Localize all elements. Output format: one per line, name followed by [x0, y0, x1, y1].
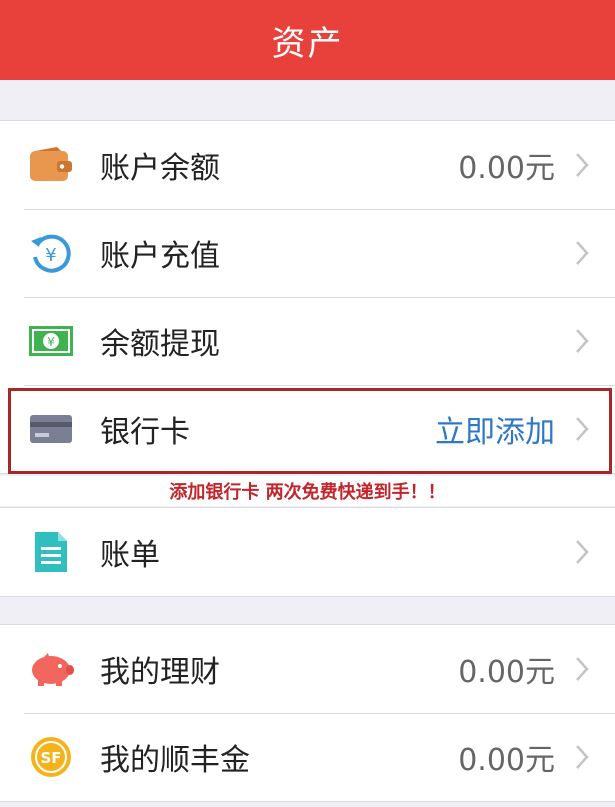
chevron-right-icon: [571, 414, 593, 444]
svg-text:¥: ¥: [45, 245, 56, 266]
my-finance-label: 我的理财: [100, 655, 220, 690]
bank-card-icon: [28, 406, 74, 452]
recharge-icon: ¥: [28, 230, 74, 276]
piggy-bank-icon: [28, 646, 74, 692]
asset-group-3: 我的理财 0.00元 SF 我的顺丰金 0.00元: [0, 624, 615, 802]
chevron-right-icon: [571, 150, 593, 180]
row-account-balance[interactable]: 账户余额 0.00元: [0, 121, 615, 209]
account-recharge-label: 账户充值: [100, 239, 220, 274]
sf-coin-icon: SF: [28, 734, 74, 780]
svg-text:¥: ¥: [47, 335, 55, 349]
row-balance-withdraw[interactable]: ¥ 余额提现: [0, 297, 615, 385]
chevron-right-icon: [571, 238, 593, 268]
svg-text:SF: SF: [40, 749, 61, 767]
wallet-icon: [28, 142, 74, 188]
row-account-recharge[interactable]: ¥ 账户充值: [0, 209, 615, 297]
cash-withdraw-icon: ¥: [28, 318, 74, 364]
row-bank-card[interactable]: 银行卡 立即添加: [0, 385, 615, 473]
bank-card-label: 银行卡: [100, 415, 190, 450]
chevron-right-icon: [571, 537, 593, 567]
chevron-right-icon: [571, 742, 593, 772]
promo-banner: 添加银行卡 两次免费快递到手！！: [0, 476, 615, 506]
asset-group-2: 账单: [0, 507, 615, 597]
bill-label: 账单: [100, 538, 160, 573]
row-bill[interactable]: 账单: [0, 508, 615, 596]
row-my-finance[interactable]: 我的理财 0.00元: [0, 625, 615, 713]
app-header: 资产: [0, 0, 615, 80]
account-balance-value: 0.00元: [458, 151, 555, 186]
row-sf-gold[interactable]: SF 我的顺丰金 0.00元: [0, 713, 615, 801]
account-balance-label: 账户余额: [100, 151, 220, 186]
page-title: 资产: [271, 23, 344, 64]
add-bank-card-link[interactable]: 立即添加: [435, 407, 555, 451]
sf-gold-label: 我的顺丰金: [100, 743, 250, 778]
chevron-right-icon: [571, 654, 593, 684]
sf-gold-value: 0.00元: [458, 743, 555, 778]
promo-text: 添加银行卡 两次免费快递到手！！: [169, 482, 446, 503]
asset-group-1: 账户余额 0.00元 ¥ 账户充值 ¥ 余额提现 银行卡 立即添加: [0, 120, 615, 474]
my-finance-value: 0.00元: [458, 655, 555, 690]
chevron-right-icon: [571, 326, 593, 356]
bill-icon: [28, 529, 74, 575]
balance-withdraw-label: 余额提现: [100, 327, 220, 362]
